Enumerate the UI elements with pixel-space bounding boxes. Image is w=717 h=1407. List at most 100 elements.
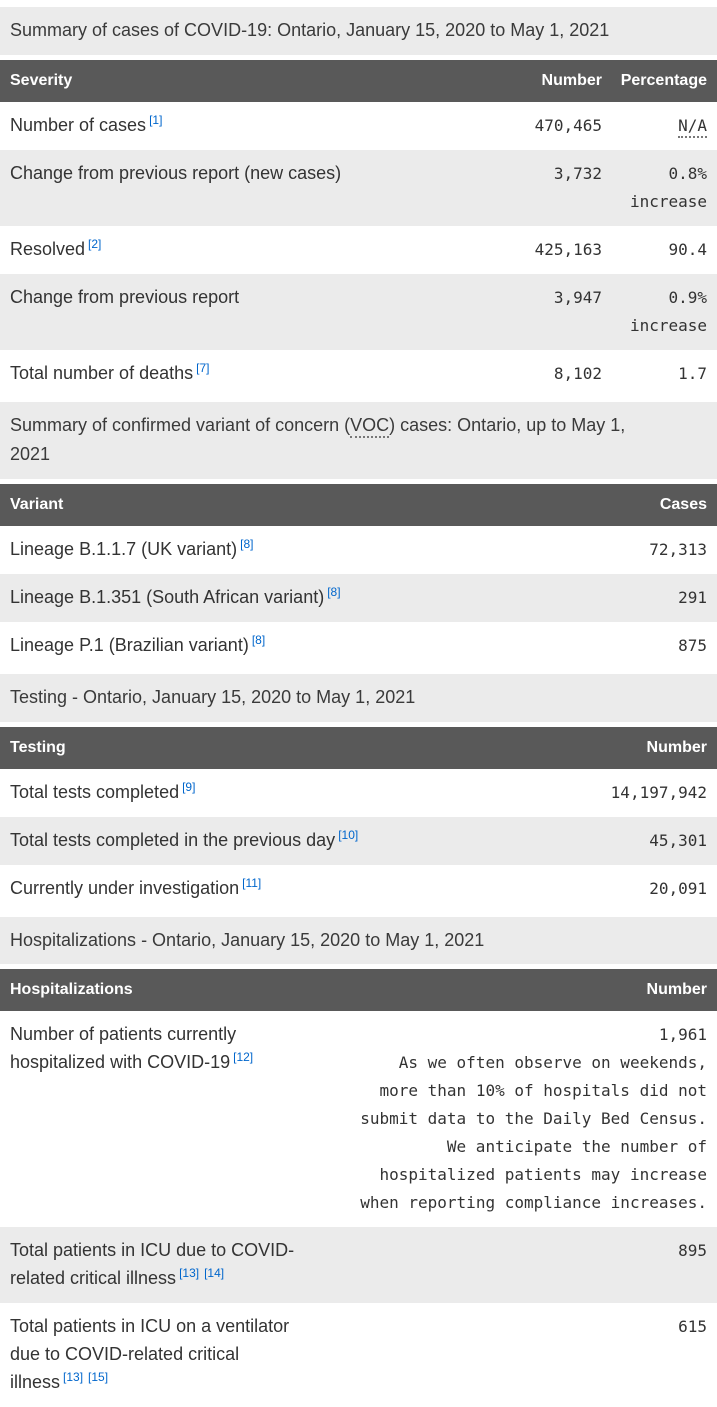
- column-header-cases: Cases: [597, 484, 717, 527]
- row-number-cell: 425,163: [534, 239, 602, 259]
- na-abbreviation[interactable]: N/A: [678, 115, 707, 138]
- cases-table: Severity Number Percentage Number of cas…: [0, 59, 717, 398]
- variants-header-row: Variant Cases: [0, 484, 717, 527]
- row-label: Total number of deaths: [10, 362, 194, 383]
- column-header-severity: Severity: [0, 59, 492, 102]
- table-row: Change from previous report 3,947 0.9% i…: [0, 273, 717, 350]
- ref-sup: [15]: [88, 1370, 108, 1384]
- ref-link[interactable]: [2]: [88, 237, 101, 251]
- ref-sup: [7]: [196, 361, 209, 375]
- row-number-cell: 470,465: [534, 115, 602, 135]
- table-row: Number of patients currently hospitalize…: [0, 1011, 717, 1227]
- table-row: Total tests completed in the previous da…: [0, 816, 717, 865]
- row-label: Lineage B.1.351 (South African variant): [10, 587, 325, 608]
- row-label-cell: Change from previous report (new cases): [0, 150, 492, 226]
- row-percentage-cell: 0.9% increase: [629, 287, 707, 335]
- table-row: Lineage P.1 (Brazilian variant) [8] 875: [0, 622, 717, 670]
- ref-link[interactable]: [13]: [63, 1370, 83, 1384]
- ref-sup: [8]: [252, 633, 265, 647]
- row-number-cell: 3,947: [553, 287, 602, 307]
- row-label-cell: Total number of deaths [7]: [0, 350, 492, 398]
- row-label: Total tests completed: [10, 781, 180, 802]
- row-label-cell: Change from previous report: [0, 274, 492, 350]
- ref-link[interactable]: [10]: [338, 828, 358, 842]
- row-percentage-cell: 1.7: [678, 363, 707, 383]
- table-row: Total patients in ICU on a ventilator du…: [0, 1303, 717, 1407]
- row-number-cell: 45,301: [649, 830, 707, 850]
- ref-sup: [10]: [338, 828, 358, 842]
- row-percentage-cell: 0.8% increase: [629, 163, 707, 211]
- column-header-variant: Variant: [0, 484, 597, 527]
- caption-text: Summary of confirmed variant of concern …: [10, 414, 351, 435]
- ref-link[interactable]: [1]: [149, 113, 162, 127]
- table-row: Currently under investigation [11] 20,091: [0, 865, 717, 913]
- ref-sup: [13]: [63, 1370, 83, 1384]
- ref-link[interactable]: [9]: [182, 780, 195, 794]
- row-label: Number of cases: [10, 114, 147, 135]
- hospitalizations-table: Hospitalizations Number Number of patien…: [0, 969, 717, 1406]
- table-row: Total number of deaths [7] 8,102 1.7: [0, 350, 717, 398]
- table-row: Total tests completed [9] 14,197,942: [0, 769, 717, 817]
- reporting-compliance-note: As we often observe on weekends, more th…: [360, 1053, 707, 1213]
- column-header-number: Number: [567, 726, 717, 769]
- ref-sup: [1]: [149, 113, 162, 127]
- table-row: Resolved [2] 425,163 90.4: [0, 226, 717, 274]
- ref-link[interactable]: [15]: [88, 1370, 108, 1384]
- row-label-cell: Number of patients currently hospitalize…: [0, 1011, 320, 1227]
- row-number: 1,961: [658, 1025, 707, 1045]
- row-number-cell: 291: [678, 588, 707, 608]
- ref-link[interactable]: [12]: [233, 1050, 253, 1064]
- ref-link[interactable]: [7]: [196, 361, 209, 375]
- variants-table: Variant Cases Lineage B.1.1.7 (UK varian…: [0, 484, 717, 670]
- row-label: Resolved: [10, 238, 86, 259]
- ref-sup: [14]: [204, 1266, 224, 1280]
- section-caption-testing: Testing - Ontario, January 15, 2020 to M…: [0, 674, 717, 722]
- row-label-cell: Total patients in ICU on a ventilator du…: [0, 1303, 320, 1407]
- column-header-testing: Testing: [0, 726, 567, 769]
- row-label-cell: Currently under investigation [11]: [0, 865, 567, 913]
- row-number-cell: 1,961 As we often observe on weekends, m…: [320, 1011, 717, 1227]
- table-row: Change from previous report (new cases) …: [0, 149, 717, 226]
- column-header-number: Number: [320, 969, 717, 1012]
- table-row: Number of cases [1] 470,465 N/A: [0, 102, 717, 150]
- ref-link[interactable]: [14]: [204, 1266, 224, 1280]
- table-row: Lineage B.1.1.7 (UK variant) [8] 72,313: [0, 526, 717, 574]
- row-number-cell: 20,091: [649, 878, 707, 898]
- ref-sup: [11]: [242, 876, 261, 890]
- cases-header-row: Severity Number Percentage: [0, 59, 717, 102]
- column-header-number: Number: [492, 59, 602, 102]
- row-label-cell: Resolved [2]: [0, 226, 492, 274]
- ref-sup: [8]: [240, 537, 253, 551]
- row-label: Currently under investigation: [10, 877, 240, 898]
- row-number-cell: 875: [678, 636, 707, 656]
- row-label: Total tests completed in the previous da…: [10, 829, 336, 850]
- row-label: Change from previous report (new cases): [10, 162, 342, 183]
- row-label: Lineage B.1.1.7 (UK variant): [10, 539, 238, 560]
- row-number-cell: 72,313: [649, 540, 707, 560]
- testing-table: Testing Number Total tests completed [9] …: [0, 726, 717, 913]
- ref-sup: [12]: [233, 1050, 253, 1064]
- ref-link[interactable]: [11]: [242, 876, 261, 890]
- testing-header-row: Testing Number: [0, 726, 717, 769]
- row-number-cell: 895: [678, 1241, 707, 1261]
- ref-link[interactable]: [8]: [327, 585, 340, 599]
- ref-link[interactable]: [8]: [240, 537, 253, 551]
- row-label-cell: Total tests completed in the previous da…: [0, 817, 567, 865]
- section-caption-cases: Summary of cases of COVID-19: Ontario, J…: [0, 7, 717, 55]
- ref-sup: [8]: [327, 585, 340, 599]
- row-label-cell: Lineage B.1.351 (South African variant)[…: [0, 574, 597, 622]
- row-label: Lineage P.1 (Brazilian variant): [10, 635, 249, 656]
- section-caption-variants: Summary of confirmed variant of concern …: [0, 401, 717, 480]
- ref-link[interactable]: [8]: [252, 633, 265, 647]
- row-label-cell: Total tests completed [9]: [0, 769, 567, 817]
- row-number-cell: 615: [678, 1317, 707, 1337]
- voc-abbreviation[interactable]: VOC: [350, 414, 390, 438]
- row-label: Number of patients currently hospitalize…: [10, 1024, 237, 1073]
- row-number-cell: 3,732: [553, 163, 602, 183]
- row-number-cell: 8,102: [553, 363, 602, 383]
- ref-link[interactable]: [13]: [179, 1266, 199, 1280]
- row-percentage-cell: N/A: [602, 102, 717, 150]
- ref-sup: [13]: [179, 1266, 199, 1280]
- table-row: Total patients in ICU due to COVID-relat…: [0, 1227, 717, 1304]
- hospitalizations-header-row: Hospitalizations Number: [0, 969, 717, 1012]
